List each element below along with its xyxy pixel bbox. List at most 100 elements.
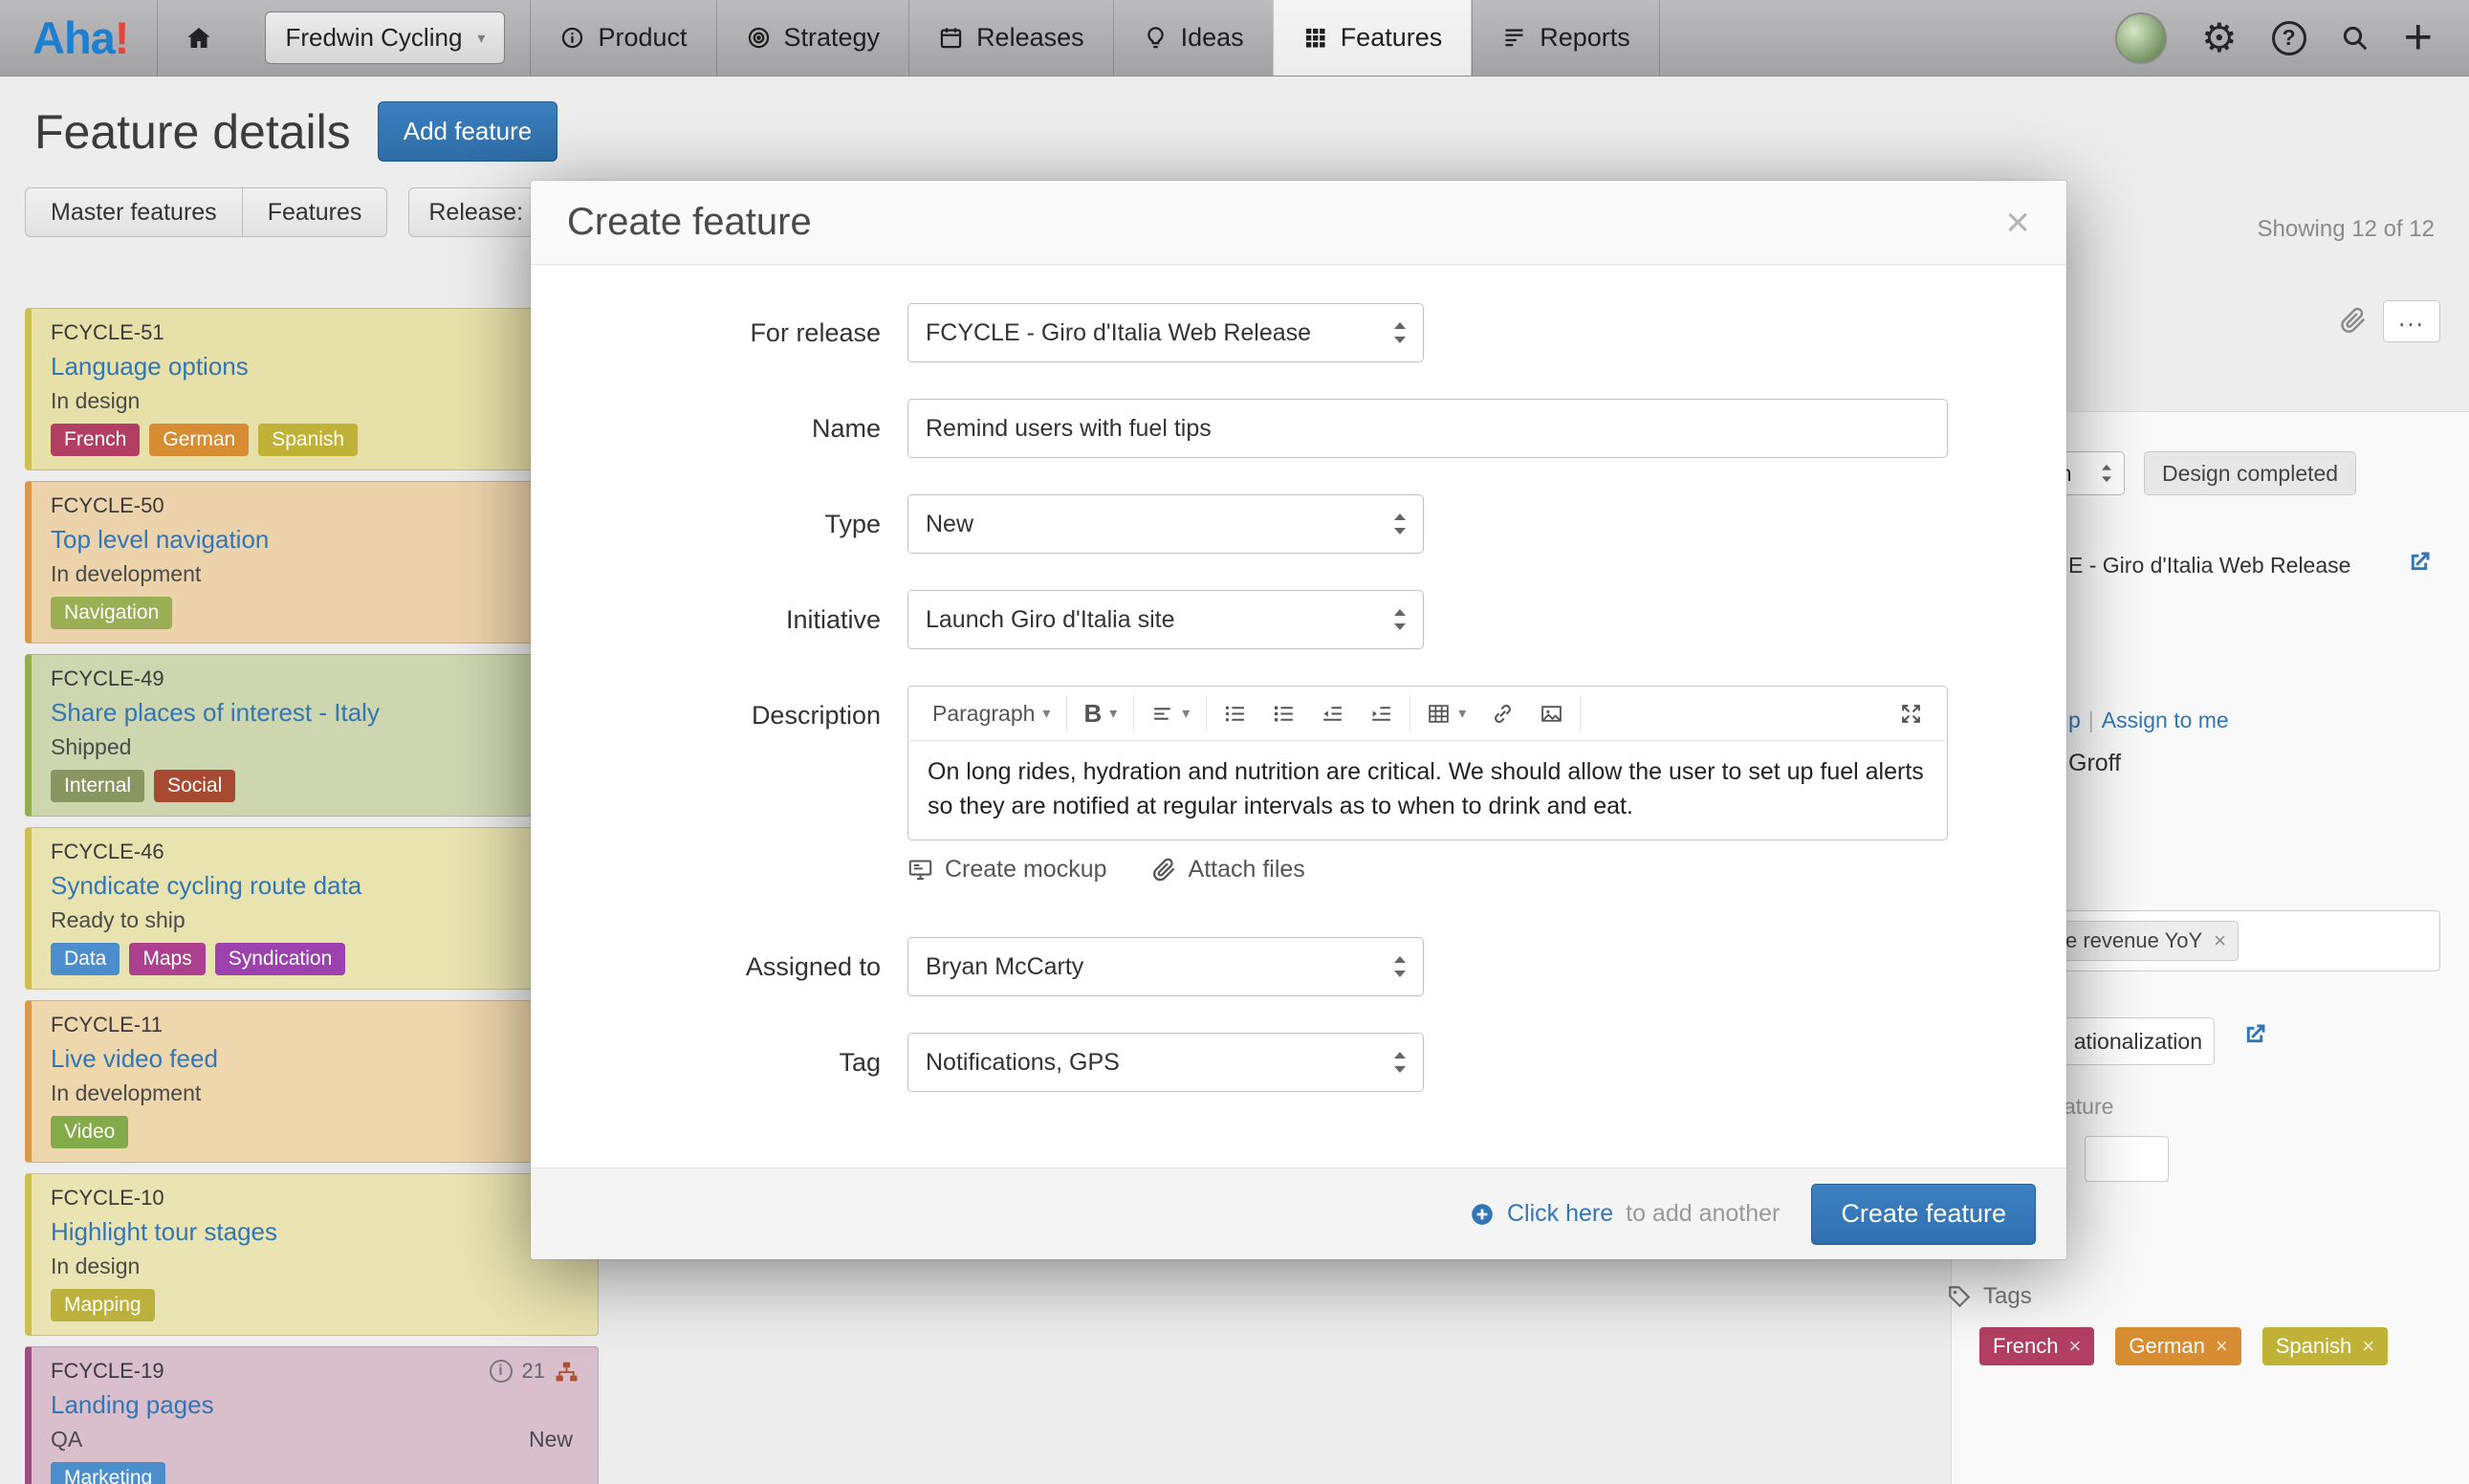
initiative-label: Initiative — [531, 590, 907, 649]
feature-card[interactable]: FCYCLE-50Top level navigationIn developm… — [25, 481, 599, 644]
outdent-button[interactable] — [1308, 695, 1357, 731]
release-link-partial[interactable]: E - Giro d'Italia Web Release — [2068, 553, 2350, 578]
calendar-icon — [938, 25, 964, 51]
goal-token[interactable]: e revenue YoY × — [2053, 921, 2239, 961]
tag-pill[interactable]: Navigation — [51, 597, 172, 629]
remove-tag-icon[interactable]: × — [2362, 1334, 2374, 1359]
tag-pill[interactable]: Maps — [129, 943, 205, 975]
chevron-down-icon: ▾ — [477, 29, 485, 48]
design-completed-badge[interactable]: Design completed — [2144, 451, 2356, 495]
more-actions-button[interactable]: ... — [2383, 300, 2440, 342]
assigned-to-value: Bryan McCarty — [926, 953, 1083, 981]
side-tag-pill[interactable]: German× — [2115, 1327, 2240, 1365]
remove-tag-icon[interactable]: × — [2068, 1334, 2081, 1359]
description-textarea[interactable]: On long rides, hydration and nutrition a… — [907, 741, 1948, 840]
remove-tag-icon[interactable]: × — [2216, 1334, 2228, 1359]
tag-pill[interactable]: Marketing — [51, 1462, 165, 1484]
for-release-select[interactable]: FCYCLE - Giro d'Italia Web Release — [907, 303, 1424, 362]
align-dropdown[interactable]: ▾ — [1138, 695, 1202, 731]
add-another-text: to add another — [1626, 1200, 1780, 1228]
add-feature-button[interactable]: Add feature — [378, 101, 557, 162]
external-link-icon[interactable] — [2241, 1021, 2268, 1053]
nav-item-releases[interactable]: Releases — [908, 0, 1113, 76]
home-button[interactable] — [157, 0, 240, 76]
feature-card[interactable]: FCYCLE-10Highlight tour stagesIn designM… — [25, 1173, 599, 1336]
card-title-link[interactable]: Language options — [51, 352, 249, 382]
name-input[interactable] — [907, 399, 1948, 458]
tag-pill[interactable]: Syndication — [215, 943, 346, 975]
goal-input[interactable]: e revenue YoY × — [2025, 910, 2440, 971]
attach-button[interactable] — [2339, 306, 2368, 339]
tag-pill[interactable]: Social — [154, 770, 235, 802]
tag-pill[interactable]: Mapping — [51, 1289, 155, 1321]
create-mockup-button[interactable]: Create mockup — [907, 856, 1107, 884]
card-title-link[interactable]: Top level navigation — [51, 525, 269, 555]
tag-select[interactable]: Notifications, GPS — [907, 1033, 1424, 1092]
card-title-link[interactable]: Highlight tour stages — [51, 1217, 277, 1247]
tag-pill[interactable]: Video — [51, 1116, 128, 1148]
settings-button[interactable]: ⚙ — [2201, 18, 2238, 58]
feature-card[interactable]: FCYCLE-19i21Landing pagesQANewMarketing — [25, 1346, 599, 1484]
feature-card[interactable]: FCYCLE-46Syndicate cycling route dataRea… — [25, 827, 599, 990]
table-dropdown[interactable]: ▾ — [1414, 695, 1478, 731]
showing-count: Showing 12 of 12 — [2258, 216, 2435, 243]
external-link-icon[interactable] — [2406, 549, 2433, 580]
tags-section-label: Tags — [1947, 1283, 2032, 1310]
indent-button[interactable] — [1357, 695, 1406, 731]
search-button[interactable] — [2341, 24, 2370, 53]
quick-add-button[interactable]: + — [2404, 15, 2433, 60]
bold-button[interactable]: B ▾ — [1071, 695, 1129, 731]
feature-card[interactable]: FCYCLE-11Live video feedIn developmentVi… — [25, 1000, 599, 1163]
tag-pill[interactable]: Internal — [51, 770, 144, 802]
card-tags: Navigation — [51, 597, 579, 629]
card-status: QA — [51, 1427, 82, 1452]
remove-goal-icon[interactable]: × — [2214, 928, 2226, 953]
mockup-icon — [907, 857, 933, 883]
nav-item-product[interactable]: Product — [530, 0, 715, 76]
modal-title: Create feature — [567, 201, 812, 244]
create-feature-button[interactable]: Create feature — [1811, 1184, 2036, 1245]
tag-pill[interactable]: Spanish — [258, 424, 358, 456]
side-tag-pill[interactable]: French× — [1979, 1327, 2094, 1365]
aha-logo[interactable]: Aha! — [0, 0, 157, 76]
fullscreen-button[interactable] — [1887, 695, 1935, 731]
attach-files-button[interactable]: Attach files — [1151, 856, 1305, 884]
assign-to-me-link[interactable]: Assign to me — [2102, 708, 2229, 732]
user-avatar[interactable] — [2115, 12, 2167, 64]
card-title-link[interactable]: Syndicate cycling route data — [51, 871, 361, 901]
card-title-link[interactable]: Share places of interest - Italy — [51, 698, 380, 728]
tag-pill[interactable]: German — [149, 424, 249, 456]
add-another-link[interactable]: Click here — [1507, 1200, 1613, 1228]
card-title-link[interactable]: Live video feed — [51, 1044, 218, 1074]
type-select[interactable]: New — [907, 494, 1424, 554]
close-icon[interactable]: × — [2005, 202, 2030, 244]
tab-features[interactable]: Features — [243, 187, 388, 237]
ordered-list-button[interactable] — [1259, 695, 1308, 731]
workspace-name: Fredwin Cycling — [285, 23, 462, 53]
nav-item-ideas[interactable]: Ideas — [1113, 0, 1273, 76]
feature-card[interactable]: FCYCLE-51Language optionsIn designFrench… — [25, 308, 599, 470]
nav-item-features[interactable]: Features — [1273, 0, 1473, 76]
assign-link-partial[interactable]: p — [2068, 708, 2081, 732]
small-input[interactable] — [2085, 1136, 2169, 1182]
tag-pill[interactable]: Data — [51, 943, 120, 975]
link-button[interactable] — [1478, 695, 1527, 731]
workspace-selector[interactable]: Fredwin Cycling ▾ — [265, 11, 505, 64]
paperclip-icon — [2339, 306, 2368, 335]
bullet-list-button[interactable] — [1211, 695, 1259, 731]
image-button[interactable] — [1527, 695, 1576, 731]
initiative-select[interactable]: Launch Giro d'Italia site — [907, 590, 1424, 649]
tab-master-features[interactable]: Master features — [25, 187, 243, 237]
nav-item-strategy[interactable]: Strategy — [716, 0, 909, 76]
help-icon: ? — [2272, 21, 2306, 55]
card-title-link[interactable]: Landing pages — [51, 1390, 214, 1420]
nav-item-reports[interactable]: Reports — [1472, 0, 1660, 76]
help-button[interactable]: ? — [2272, 21, 2306, 55]
assigned-to-select[interactable]: Bryan McCarty — [907, 937, 1424, 996]
tag-pill[interactable]: French — [51, 424, 140, 456]
side-tag-label: Spanish — [2276, 1334, 2352, 1359]
paragraph-style-dropdown[interactable]: Paragraph ▾ — [920, 695, 1062, 731]
card-tags: Data Maps Syndication — [51, 943, 579, 975]
side-tag-pill[interactable]: Spanish × — [2262, 1327, 2388, 1365]
feature-card[interactable]: FCYCLE-49Share places of interest - Ital… — [25, 654, 599, 817]
